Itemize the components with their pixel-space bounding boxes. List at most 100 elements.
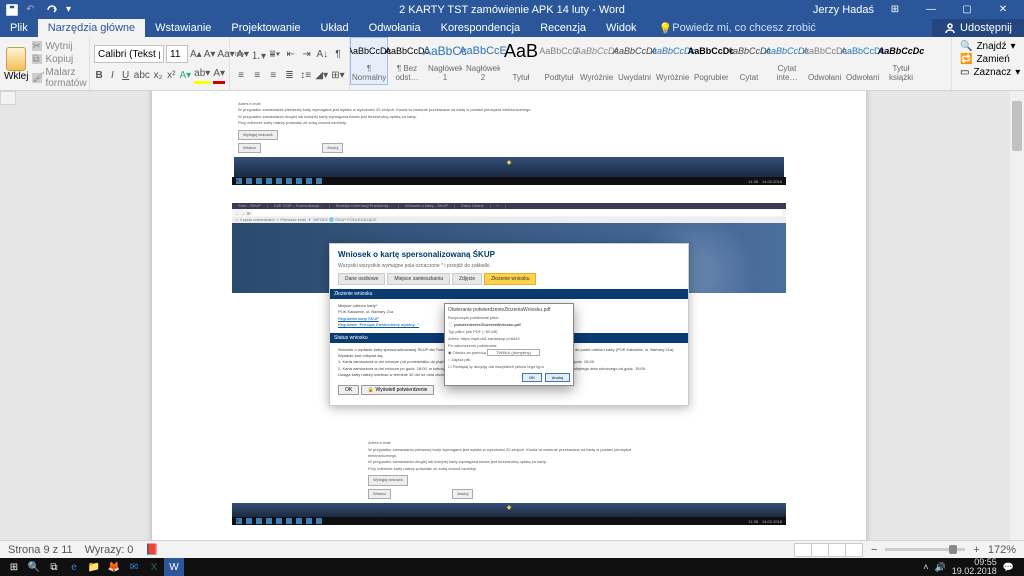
show-marks-icon[interactable]: ¶	[331, 45, 345, 63]
status-words[interactable]: Wyrazy: 0	[85, 544, 134, 556]
bullets-icon[interactable]: ≔▾	[234, 45, 249, 63]
tab-design[interactable]: Projektowanie	[221, 19, 310, 37]
back-icon: ←	[235, 211, 239, 216]
word-icon[interactable]: W	[164, 558, 184, 576]
zoom-slider[interactable]	[885, 548, 965, 551]
style-cytat[interactable]: AaBbCcDcCytat	[730, 37, 768, 85]
align-center-icon[interactable]: ≡	[250, 66, 264, 84]
redo-icon[interactable]	[46, 4, 58, 16]
view-buttons[interactable]	[795, 543, 863, 557]
embedded-time: 11:38	[748, 519, 758, 524]
copy-button[interactable]: ⧉Kopiuj	[32, 54, 86, 65]
minimize-icon[interactable]: —	[916, 0, 946, 19]
tray-chevron-icon[interactable]: ˄	[923, 562, 928, 572]
zoom-out-icon[interactable]: −	[871, 544, 877, 556]
explorer-icon[interactable]: 📁	[84, 558, 104, 576]
firefox-icon[interactable]: 🦊	[104, 558, 124, 576]
close-icon[interactable]: ✕	[988, 0, 1018, 19]
tab-plik[interactable]: Plik	[0, 19, 38, 37]
tell-me[interactable]: 💡 Powiedz mi, co chcesz zrobić	[659, 19, 816, 37]
style-pogrubienie[interactable]: AaBbCcDcPogrubienie	[692, 37, 730, 85]
style-cytat-inte-[interactable]: AaBbCcDcCytat inte…	[768, 37, 806, 85]
tab-layout[interactable]: Układ	[311, 19, 359, 37]
inc-indent-icon[interactable]: ⇥	[300, 45, 314, 63]
dialog-cancel-button: Anuluj	[545, 373, 570, 382]
shading-icon[interactable]: ◢▾	[315, 66, 329, 84]
outlook-icon[interactable]: ✉	[124, 558, 144, 576]
style--normalny[interactable]: AaBbCcDc¶ Normalny	[350, 37, 388, 85]
style-wyr-nie-[interactable]: AaBbCcDcWyróżnie…	[578, 37, 616, 85]
excel-icon[interactable]: X	[144, 558, 164, 576]
shrink-font-icon[interactable]: A▾	[204, 45, 216, 63]
style-podtytu-[interactable]: AaBbCcCPodtytuł	[540, 37, 578, 85]
edge-icon[interactable]: e	[64, 558, 84, 576]
italic-button[interactable]: I	[107, 66, 117, 84]
subscript-button[interactable]: x₂	[153, 66, 163, 84]
tab-view[interactable]: Widok	[596, 19, 647, 37]
font-color-button[interactable]: A▾	[213, 66, 225, 84]
sort-icon[interactable]: A↓	[315, 45, 329, 63]
scrollbar-thumb[interactable]	[1012, 101, 1022, 151]
zoom-in-icon[interactable]: +	[973, 544, 979, 556]
taskbar-date[interactable]: 19.02.2018	[952, 567, 997, 576]
style-nag-wek-2[interactable]: AaBbCcENagłówek 2	[464, 37, 502, 85]
zoom-level[interactable]: 172%	[988, 544, 1016, 556]
group-editing: 🔍 Znajdź ▾ 🔁 Zamień ▭ Zaznacz ▾	[952, 37, 1024, 90]
ribbon-options-icon[interactable]: ⊞	[880, 0, 910, 19]
line-spacing-icon[interactable]: ↕≡	[299, 66, 313, 84]
skup-tab: Złożenie wniosku	[484, 273, 536, 285]
share-button[interactable]: Udostępnij	[932, 19, 1024, 37]
style-odwo-ani-[interactable]: AaBbCcDcOdwołani…	[844, 37, 882, 85]
tab-home[interactable]: Narzędzia główne	[38, 19, 145, 37]
justify-icon[interactable]: ≣	[282, 66, 296, 84]
save-icon[interactable]	[6, 4, 18, 16]
maximize-icon[interactable]: ▢	[952, 0, 982, 19]
notifications-icon[interactable]: 💬	[1003, 562, 1014, 573]
numbering-icon[interactable]: ⒈▾	[251, 45, 266, 63]
tab-review[interactable]: Recenzja	[530, 19, 596, 37]
bold-button[interactable]: B	[94, 66, 104, 84]
strike-button[interactable]: abc	[134, 66, 150, 84]
multilevel-icon[interactable]: ⩸▾	[268, 45, 282, 63]
embedded-button: Wyloguj wniosek	[368, 475, 408, 485]
tray-volume-icon[interactable]: 🔊	[935, 562, 946, 573]
superscript-button[interactable]: x²	[166, 66, 176, 84]
undo-icon[interactable]: ↶	[26, 4, 38, 16]
style--bez-odst-[interactable]: AaBbCcDc¶ Bez odst…	[388, 37, 426, 85]
font-size-select[interactable]	[166, 45, 188, 63]
underline-button[interactable]: U	[121, 66, 131, 84]
style-odwo-ani-[interactable]: AaBbCcDcOdwołani…	[806, 37, 844, 85]
ruler-toggle[interactable]	[0, 91, 16, 105]
style-wyr-nie-[interactable]: AaBbCcDcWyróżnie…	[654, 37, 692, 85]
tab-references[interactable]: Odwołania	[359, 19, 431, 37]
embedded-button: Anuluj	[452, 489, 473, 499]
highlight-button[interactable]: ab▾	[194, 66, 210, 84]
search-icon[interactable]: 🔍	[24, 558, 44, 576]
find-button[interactable]: 🔍 Znajdź ▾	[960, 41, 1016, 52]
borders-icon[interactable]: ⊞▾	[331, 66, 345, 84]
select-button[interactable]: ▭ Zaznacz ▾	[960, 67, 1016, 78]
align-left-icon[interactable]: ≡	[234, 66, 248, 84]
style-tytu-ksi-ki[interactable]: AaBbCcDcTytuł książki	[882, 37, 920, 85]
cut-button[interactable]: ✂Wytnij	[32, 41, 86, 52]
start-icon[interactable]: ⊞	[4, 558, 24, 576]
tab-mailings[interactable]: Korespondencja	[431, 19, 531, 37]
replace-button[interactable]: 🔁 Zamień	[960, 54, 1016, 65]
tab-insert[interactable]: Wstawianie	[145, 19, 221, 37]
style-uwydatni-[interactable]: AaBbCcDcUwydatni…	[616, 37, 654, 85]
status-lang[interactable]: 📕	[145, 543, 159, 556]
user-name[interactable]: Jerzy Hadaś	[813, 4, 874, 16]
align-right-icon[interactable]: ≡	[266, 66, 280, 84]
paste-button[interactable]: Wklej	[4, 47, 28, 82]
vertical-scrollbar[interactable]	[1010, 91, 1024, 540]
qat-more-icon[interactable]: ▾	[66, 4, 78, 16]
document-area[interactable]: Adres e-mail W przypadku zamawiania pier…	[0, 91, 1024, 540]
grow-font-icon[interactable]: A▴	[190, 45, 202, 63]
text-effects-icon[interactable]: A▾	[179, 66, 191, 84]
format-painter-button[interactable]: 🖌Malarz formatów	[32, 67, 86, 89]
dec-indent-icon[interactable]: ⇤	[284, 45, 298, 63]
taskview-icon[interactable]: ⧉	[44, 558, 64, 576]
status-page[interactable]: Strona 9 z 11	[8, 544, 73, 556]
style-tytu-[interactable]: AaBTytuł	[502, 37, 540, 85]
font-name-select[interactable]	[94, 45, 164, 63]
